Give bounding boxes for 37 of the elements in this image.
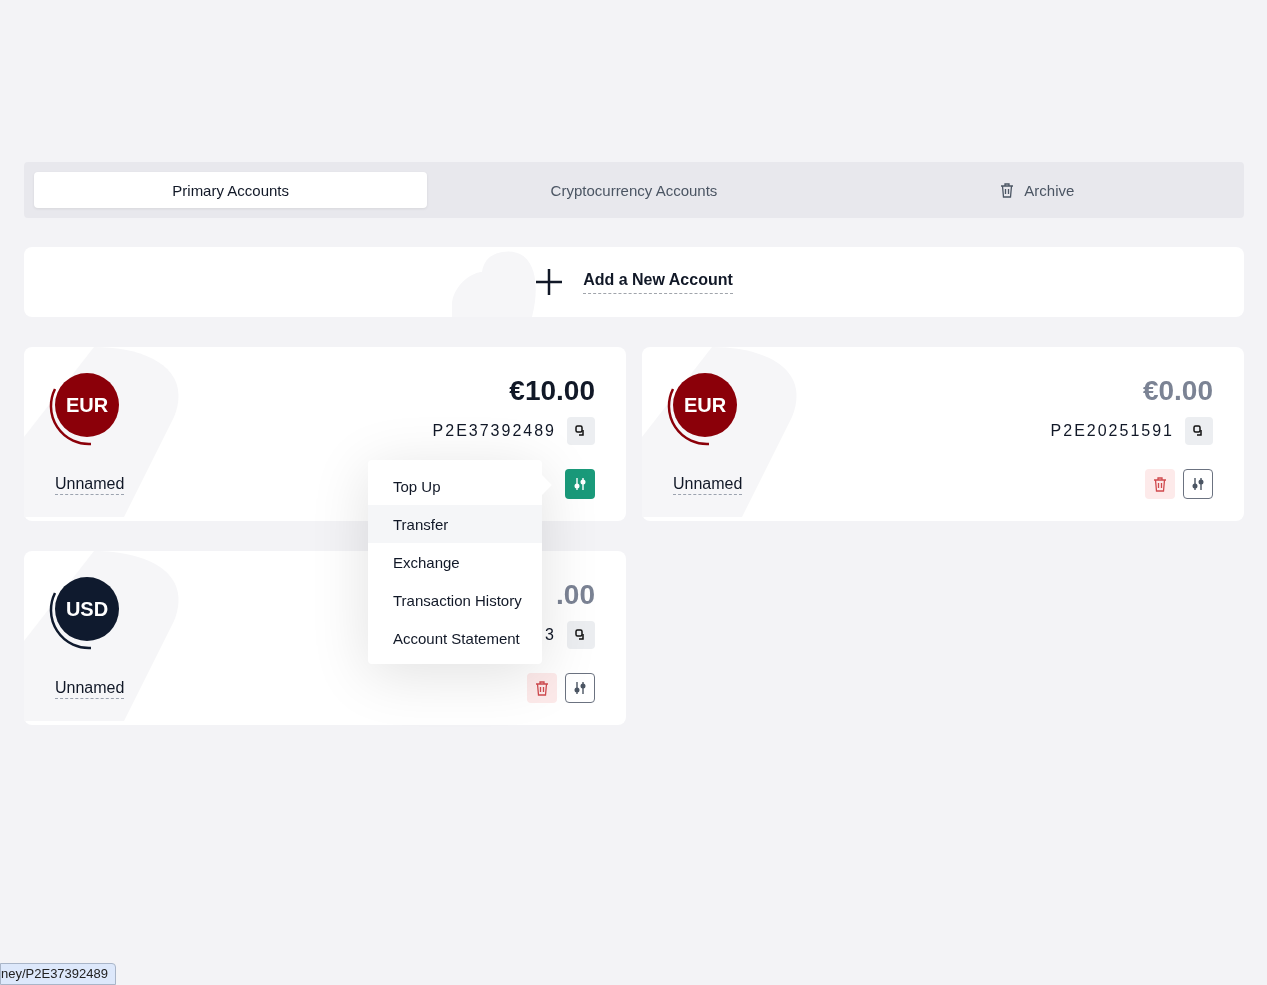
copy-button[interactable] <box>1185 417 1213 445</box>
settings-button[interactable] <box>1183 469 1213 499</box>
add-account-button[interactable]: Add a New Account <box>24 247 1244 317</box>
settings-button[interactable] <box>565 673 595 703</box>
account-name[interactable]: Unnamed <box>673 475 743 495</box>
menu-item[interactable]: Transfer <box>368 505 542 543</box>
delete-button[interactable] <box>527 673 557 703</box>
account-name[interactable]: Unnamed <box>55 679 125 699</box>
copy-button[interactable] <box>567 417 595 445</box>
account-balance: €10.00 <box>509 375 595 407</box>
copy-icon <box>1193 425 1205 437</box>
settings-button[interactable] <box>565 469 595 499</box>
trash-icon <box>1153 476 1167 492</box>
sliders-icon <box>573 681 587 695</box>
menu-item[interactable]: Top Up <box>368 467 542 505</box>
menu-item[interactable]: Account Statement <box>368 619 542 657</box>
tab[interactable]: Primary Accounts <box>34 172 428 208</box>
sliders-icon <box>573 477 587 491</box>
account-number: 3 <box>545 626 556 644</box>
account-number: P2E20251591 <box>1050 422 1174 440</box>
account-name[interactable]: Unnamed <box>55 475 125 495</box>
sliders-icon <box>1191 477 1205 491</box>
delete-button[interactable] <box>1145 469 1175 499</box>
account-balance: .00 <box>556 579 595 611</box>
plus-icon <box>535 268 564 296</box>
copy-icon <box>575 629 587 641</box>
copy-icon <box>575 425 587 437</box>
menu-item[interactable]: Exchange <box>368 543 542 581</box>
account-balance: €0.00 <box>1142 375 1213 407</box>
trash-icon <box>535 680 549 696</box>
tab[interactable]: Archive <box>840 172 1234 208</box>
copy-button[interactable] <box>567 621 595 649</box>
trash-icon <box>1000 182 1015 198</box>
account-number: P2E37392489 <box>432 422 556 440</box>
status-url: ney/P2E37392489 <box>0 963 116 985</box>
tab[interactable]: Cryptocurrency Accounts <box>437 172 831 208</box>
menu-item[interactable]: Transaction History <box>368 581 542 619</box>
